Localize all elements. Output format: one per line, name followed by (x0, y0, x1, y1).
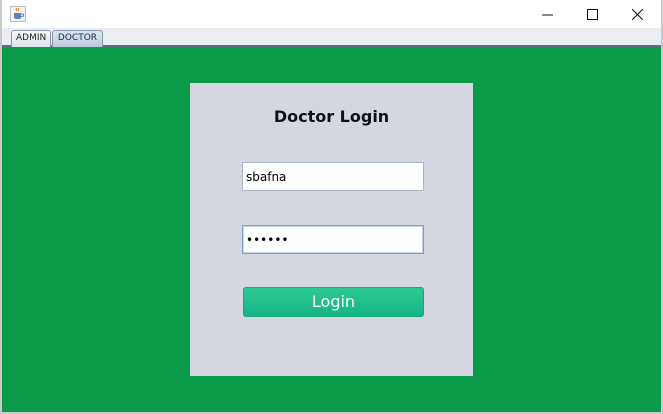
minimize-button[interactable] (524, 0, 570, 28)
title-bar[interactable] (2, 0, 661, 28)
login-button[interactable]: Login (243, 287, 424, 317)
page-title: Doctor Login (273, 107, 390, 126)
tab-doctor[interactable]: DOCTOR (52, 30, 103, 47)
java-cup-icon (10, 6, 26, 22)
login-panel: Doctor Login Login (190, 83, 473, 376)
close-button[interactable] (614, 0, 660, 28)
tab-strip: ADMIN DOCTOR (2, 28, 661, 47)
minimize-icon (541, 5, 553, 24)
maximize-icon (586, 5, 598, 24)
content-area: Doctor Login Login (2, 47, 661, 412)
close-icon (631, 5, 643, 24)
maximize-button[interactable] (569, 0, 615, 28)
tab-admin[interactable]: ADMIN (11, 30, 51, 47)
password-field[interactable] (242, 225, 424, 254)
username-field[interactable] (242, 162, 424, 191)
app-window: ADMIN DOCTOR Doctor Login Login (0, 0, 663, 414)
